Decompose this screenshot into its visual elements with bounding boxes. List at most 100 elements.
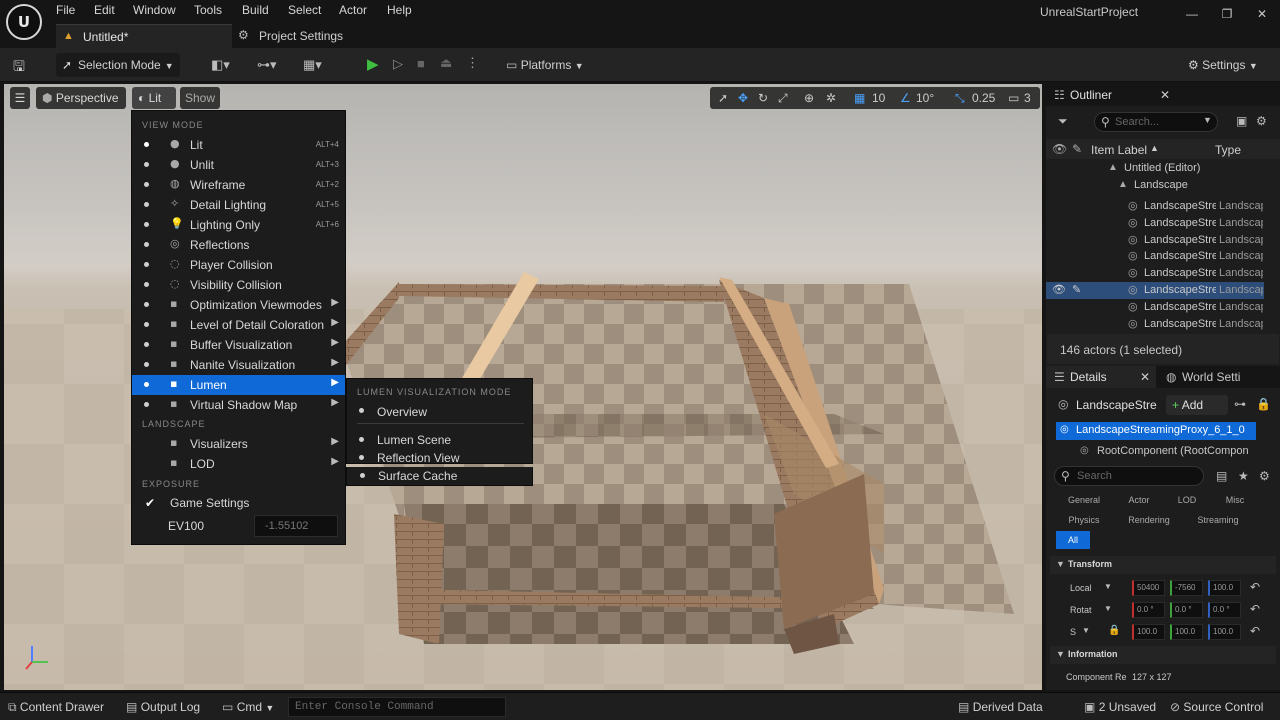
outliner-row[interactable]: ◎ LandscapeStreamingProxyLandscape: [1046, 248, 1264, 265]
scale-tool-icon[interactable]: ⤢: [778, 87, 788, 109]
menu-item-lumen[interactable]: ▪ Lumen ▶: [132, 375, 345, 395]
eye-icon[interactable]: 👁: [1052, 283, 1066, 296]
menu-item-visualizers[interactable]: ▪ Visualizers ▶: [132, 434, 345, 454]
outliner-row[interactable]: ◎ LandscapeStreamingProxyLandscape: [1046, 316, 1264, 333]
scale-y-input[interactable]: 100.0: [1170, 624, 1203, 640]
eject-icon[interactable]: ⏏: [440, 55, 452, 71]
surface-snap-icon[interactable]: ✲: [826, 87, 836, 109]
derived-data-button[interactable]: ▤ Derived Data: [958, 700, 1043, 714]
col-type[interactable]: Type: [1215, 143, 1241, 157]
tab-world-settings[interactable]: ◍ World Setti: [1164, 366, 1280, 388]
tab-details[interactable]: ☰ Details ✕: [1046, 366, 1156, 388]
location-label[interactable]: Local: [1070, 583, 1092, 593]
settings-button[interactable]: ⚙ Settings ▼: [1188, 53, 1258, 77]
category-all[interactable]: All: [1056, 531, 1090, 549]
details-search-input[interactable]: ⚲ Search: [1054, 466, 1204, 486]
blueprint-icon[interactable]: ⊶▾: [257, 57, 277, 73]
rotation-snap-icon[interactable]: ∠: [900, 87, 911, 109]
category-streaming[interactable]: Streaming: [1186, 511, 1250, 529]
camera-speed-icon[interactable]: ▭: [1008, 87, 1019, 109]
menu-file[interactable]: File: [56, 3, 75, 19]
unsaved-button[interactable]: ▣ 2 Unsaved: [1084, 700, 1156, 714]
component-row-root[interactable]: ◎ RootComponent (RootCompon: [1080, 443, 1260, 461]
category-lod[interactable]: LOD: [1166, 491, 1208, 509]
console-input[interactable]: Enter Console Command: [288, 697, 506, 717]
lit-button[interactable]: ◐ Lit: [132, 87, 176, 109]
outliner-row[interactable]: 👁 ✎ ◎ LandscapeStreamingProxyLandscape: [1046, 282, 1264, 299]
menu-build[interactable]: Build: [242, 3, 269, 19]
category-physics[interactable]: Physics: [1054, 511, 1114, 529]
category-actor[interactable]: Actor: [1118, 491, 1160, 509]
tree-row-world[interactable]: ▲ Untitled (Editor): [1046, 160, 1266, 177]
lock-icon[interactable]: 🔒: [1108, 625, 1120, 636]
play-icon[interactable]: ▶: [367, 55, 379, 73]
ev100-input[interactable]: -1.55102: [254, 515, 338, 537]
camera-speed-value[interactable]: 3: [1024, 87, 1031, 109]
close-icon[interactable]: ✕: [1250, 4, 1274, 24]
filter-icon[interactable]: ⏷: [1058, 114, 1068, 129]
stop-icon[interactable]: ■: [417, 56, 425, 71]
menu-item-lit[interactable]: ● Lit ALT+4: [132, 135, 345, 155]
menu-select[interactable]: Select: [288, 3, 321, 19]
outliner-tab[interactable]: ☷ Outliner ✕: [1046, 84, 1280, 106]
content-drawer-button[interactable]: ⧉ Content Drawer: [8, 700, 104, 715]
menu-item-player-collision[interactable]: ◌ Player Collision: [132, 255, 345, 275]
maximize-icon[interactable]: ❐: [1215, 4, 1239, 24]
menu-help[interactable]: Help: [387, 3, 412, 19]
menu-item-virtual-shadow-map[interactable]: ▪ Virtual Shadow Map ▶: [132, 395, 345, 415]
output-log-button[interactable]: ▤ Output Log: [126, 700, 200, 714]
menu-item-lod[interactable]: ▪ LOD ▶: [132, 454, 345, 474]
category-general[interactable]: General: [1054, 491, 1114, 509]
tree-row-landscape[interactable]: ▲ Landscape: [1046, 177, 1266, 194]
grid-snap-icon[interactable]: ▦: [854, 87, 865, 109]
rotation-snap-value[interactable]: 10°: [916, 87, 934, 109]
cmd-button[interactable]: ▭ Cmd ▼: [222, 700, 274, 714]
location-y-input[interactable]: -7560: [1170, 580, 1203, 596]
add-content-icon[interactable]: ◧▾: [211, 57, 230, 73]
rotation-z-input[interactable]: 0.0 °: [1208, 602, 1241, 618]
reset-icon[interactable]: ↶: [1250, 624, 1260, 638]
add-folder-icon[interactable]: ▣: [1236, 114, 1247, 128]
component-row-selected[interactable]: ◎ LandscapeStreamingProxy_6_1_0: [1056, 422, 1256, 440]
world-space-icon[interactable]: ⊕: [804, 87, 814, 109]
show-button[interactable]: Show: [180, 87, 220, 109]
menu-item-nanite-visualization[interactable]: ▪ Nanite Visualization ▶: [132, 355, 345, 375]
unreal-logo-icon[interactable]: U: [6, 4, 42, 40]
menu-tools[interactable]: Tools: [194, 3, 222, 19]
selection-mode-button[interactable]: ➚ Selection Mode ▼: [56, 53, 180, 77]
gear-icon[interactable]: ⚙: [1259, 469, 1270, 483]
lock-icon[interactable]: 🔒: [1256, 397, 1271, 411]
minimize-icon[interactable]: —: [1180, 4, 1204, 24]
outliner-row[interactable]: ◎ LandscapeStreamingProxyLandscape: [1046, 215, 1264, 232]
translate-tool-icon[interactable]: ✥: [738, 87, 748, 109]
lumen-item-scene[interactable]: Lumen Scene: [347, 430, 532, 449]
information-header[interactable]: ▼ Information: [1050, 646, 1276, 664]
step-icon[interactable]: ▷: [393, 56, 403, 72]
outliner-row[interactable]: ◎ LandscapeStreamingProxyLandscape: [1046, 299, 1264, 316]
menu-item-detail-lighting[interactable]: ✧ Detail Lighting ALT+5: [132, 195, 345, 215]
lumen-item-surface-cache[interactable]: Surface Cache: [346, 467, 533, 486]
grid-snap-value[interactable]: 10: [872, 87, 885, 109]
tab-untitled[interactable]: ▲ Untitled*: [56, 24, 232, 48]
menu-item-wireframe[interactable]: ◍ Wireframe ALT+2: [132, 175, 345, 195]
outliner-row[interactable]: ◎ LandscapeStreamingProxyLandscape: [1046, 265, 1264, 282]
pin-icon[interactable]: ✎: [1072, 283, 1081, 296]
menu-item-lighting-only[interactable]: 💡 Lighting Only ALT+6: [132, 215, 345, 235]
menu-item-reflections[interactable]: ◎ Reflections: [132, 235, 345, 255]
tab-project-settings[interactable]: ⚙ Project Settings: [238, 24, 418, 48]
scale-label[interactable]: S: [1070, 627, 1076, 637]
game-settings-checkbox[interactable]: ✔ Game Settings: [132, 493, 345, 513]
scale-snap-value[interactable]: 0.25: [972, 87, 995, 109]
lumen-item-reflection-view[interactable]: Reflection View: [347, 448, 532, 467]
outliner-search-input[interactable]: ⚲ Search... ▼: [1094, 112, 1218, 132]
scale-x-input[interactable]: 100.0: [1132, 624, 1165, 640]
select-tool-icon[interactable]: ➚: [718, 87, 728, 109]
save-icon[interactable]: 🖫: [13, 56, 25, 80]
category-rendering[interactable]: Rendering: [1118, 511, 1180, 529]
blueprint-icon[interactable]: ⊶: [1234, 397, 1246, 411]
platforms-button[interactable]: ▭ Platforms ▼: [506, 53, 584, 77]
category-misc[interactable]: Misc: [1214, 491, 1256, 509]
viewport-menu-button[interactable]: ☰: [10, 87, 30, 109]
outliner-row[interactable]: ◎ LandscapeStreamingProxyLandscape: [1046, 232, 1264, 249]
rotation-label[interactable]: Rotat: [1070, 605, 1092, 615]
